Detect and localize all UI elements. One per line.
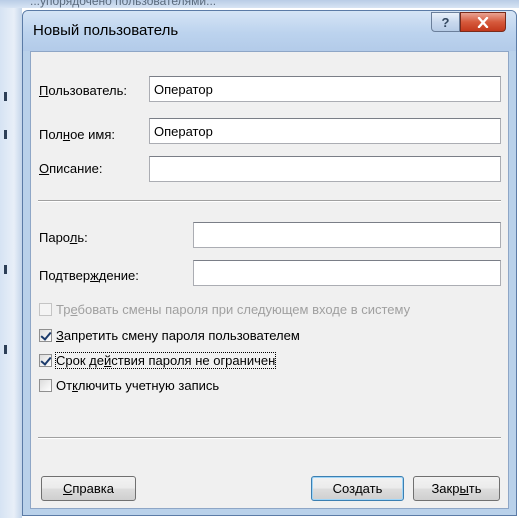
username-label: Пользователь: [39, 83, 127, 98]
label-text: ользователь: [48, 83, 127, 98]
label-text: ое имя: [70, 127, 115, 142]
checkbox-label: Запретить смену пароля пользователем [56, 328, 300, 343]
label-text: Подтвер [39, 268, 91, 283]
confirm-password-field[interactable] [193, 260, 501, 286]
background-mark [4, 265, 7, 274]
account-disabled-checkbox[interactable]: Отключить учетную запись [39, 378, 219, 393]
label-text: ь: [77, 230, 88, 245]
password-field[interactable] [193, 222, 501, 248]
separator [38, 200, 501, 202]
checkbox-label: Отключить учетную запись [56, 378, 220, 393]
background-mark [4, 92, 7, 101]
fullname-label: Полное имя: [39, 127, 115, 142]
title-close-button[interactable] [460, 12, 506, 32]
title-help-button[interactable]: ? [431, 12, 460, 32]
close-button[interactable]: Закр ы ть [413, 476, 500, 501]
help-icon: ? [441, 14, 450, 30]
label-text: Пол [39, 127, 63, 142]
checkbox-box[interactable] [39, 303, 52, 316]
label-text: писание: [49, 161, 103, 176]
checkbox-box[interactable] [39, 329, 52, 342]
cannot-change-password-checkbox[interactable]: Запретить смену пароля пользователем [39, 328, 300, 343]
background-window-top: ...упорядочено пользователями... [0, 0, 519, 8]
dialog-title: Новый пользователь [33, 22, 179, 39]
background-window [0, 0, 22, 518]
label-accesskey: П [39, 83, 49, 98]
checkbox-box[interactable] [39, 379, 52, 392]
dialog-titlebar[interactable]: Новый пользователь ? [23, 11, 516, 51]
description-field[interactable] [149, 156, 501, 182]
new-user-dialog: Новый пользователь ? Пользователь: Полно… [22, 10, 517, 516]
checkbox-label: Срок действия пароля не ограничен [54, 352, 277, 369]
label-text: дение: [98, 268, 139, 283]
fullname-field[interactable] [149, 118, 501, 144]
background-mark [4, 130, 7, 139]
background-mark [4, 345, 7, 354]
checkbox-box[interactable] [39, 354, 52, 367]
label-accesskey: ж [90, 268, 99, 283]
label-accesskey: О [39, 161, 50, 176]
separator [38, 437, 501, 439]
checkbox-label: Требовать смены пароля при следующем вхо… [56, 302, 411, 317]
background-window-text: ...упорядочено пользователями... [30, 0, 217, 8]
password-label: Пароль: [39, 230, 88, 245]
password-never-expires-checkbox[interactable]: Срок действия пароля не ограничен [39, 352, 277, 369]
label-accesskey: н [62, 127, 71, 142]
username-field[interactable] [149, 76, 501, 102]
confirm-password-label: Подтверждение: [39, 268, 139, 283]
create-button[interactable]: Соз д ать [311, 476, 404, 501]
must-change-password-checkbox[interactable]: Требовать смены пароля при следующем вхо… [39, 302, 410, 317]
close-icon [477, 16, 489, 28]
description-label: Описание: [39, 161, 102, 176]
dialog-client-area: Пользователь: Полное имя: Описание: Паро… [30, 51, 509, 509]
label-text: Паро [39, 230, 70, 245]
help-button[interactable]: Справка [41, 476, 136, 501]
